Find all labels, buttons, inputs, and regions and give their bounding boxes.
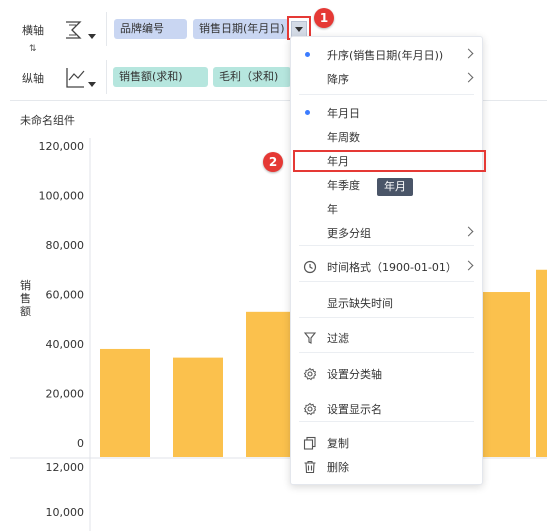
menu-item[interactable]: 显示缺失时间 xyxy=(291,291,482,315)
menu-divider xyxy=(299,421,474,422)
menu-item-label: 年周数 xyxy=(327,131,360,144)
y-tick-label: 10,000 xyxy=(46,506,85,519)
y-tick-label: 80,000 xyxy=(46,239,85,252)
chevron-right-icon xyxy=(463,260,474,271)
dimension-axis-icon[interactable] xyxy=(64,18,98,42)
menu-item-label: 过滤 xyxy=(327,332,349,345)
bar[interactable] xyxy=(100,348,150,457)
menu-item-label: 年月日 xyxy=(327,107,360,120)
bar[interactable] xyxy=(246,311,296,457)
y-tick-label: 40,000 xyxy=(46,338,85,351)
y-ticks-bottom: 12,000 10,000 xyxy=(46,461,85,519)
field-pill-brand[interactable]: 品牌编号 xyxy=(114,19,187,39)
menu-divider xyxy=(299,245,474,246)
menu-item[interactable]: 升序(销售日期(年月日)) xyxy=(291,43,482,67)
selected-dot-icon xyxy=(305,52,310,57)
clock-icon xyxy=(303,260,317,274)
menu-item[interactable]: 更多分组 xyxy=(291,221,482,245)
field-pill-sales[interactable]: 销售额(求和) xyxy=(113,67,208,87)
chevron-right-icon xyxy=(463,226,474,237)
menu-item[interactable]: 删除 xyxy=(291,455,482,479)
highlight-box-year-month xyxy=(293,150,486,172)
y-axis-title-char: 售 xyxy=(20,291,31,305)
menu-item-label: 显示缺失时间 xyxy=(327,297,393,310)
copy-icon xyxy=(303,436,316,450)
y-tick-label: 20,000 xyxy=(46,388,85,401)
chevron-right-icon xyxy=(463,72,474,83)
menu-divider xyxy=(299,281,474,282)
bar[interactable] xyxy=(480,292,530,457)
menu-item-label: 更多分组 xyxy=(327,227,371,240)
menu-item-label: 升序(销售日期(年月日)) xyxy=(327,49,444,62)
y-axis-label: 纵轴 xyxy=(22,72,44,85)
menu-item-label: 年季度 xyxy=(327,179,360,192)
callout-badge-1: 1 xyxy=(314,8,334,28)
y-ticks-top: 120,000 100,000 80,000 60,000 40,000 20,000 0 xyxy=(39,140,85,450)
bar[interactable] xyxy=(173,357,223,457)
component-title: 未命名组件 xyxy=(20,114,75,127)
swap-icon[interactable]: ⇅ xyxy=(29,44,41,56)
menu-item[interactable]: 年月日 xyxy=(291,101,482,125)
menu-item[interactable]: 降序 xyxy=(291,67,482,91)
menu-divider xyxy=(299,317,474,318)
menu-item-label: 时间格式（1900-01-01） xyxy=(327,261,457,274)
menu-item-label: 复制 xyxy=(327,437,349,450)
menu-item[interactable]: 过滤 xyxy=(291,326,482,350)
y-axis-title: 销售额 xyxy=(20,278,31,318)
menu-item[interactable]: 设置分类轴 xyxy=(291,362,482,386)
field-pill-sale-date[interactable]: 销售日期(年月日) xyxy=(193,19,289,39)
measure-axis-icon[interactable] xyxy=(64,66,98,90)
menu-divider xyxy=(299,94,474,95)
y-tick-label: 100,000 xyxy=(39,190,85,203)
chevron-right-icon xyxy=(463,48,474,59)
selected-dot-icon xyxy=(305,110,310,115)
field-pill-profit[interactable]: 毛利（求和) xyxy=(213,67,291,87)
menu-item[interactable]: 年周数 xyxy=(291,125,482,149)
bar[interactable] xyxy=(536,269,547,457)
callout-badge-2: 2 xyxy=(263,152,283,172)
y-axis-title-char: 额 xyxy=(20,305,31,318)
trash-icon xyxy=(304,460,316,474)
menu-item-label: 设置分类轴 xyxy=(327,368,382,381)
filter-icon xyxy=(303,332,317,344)
y-tick-label: 120,000 xyxy=(39,140,85,153)
y-tick-label: 0 xyxy=(77,437,84,450)
menu-item[interactable]: 年 xyxy=(291,197,482,221)
menu-item[interactable]: 时间格式（1900-01-01） xyxy=(291,255,482,279)
y-axis-title-char: 销 xyxy=(20,278,31,292)
y-tick-label: 12,000 xyxy=(46,461,85,474)
menu-item-label: 降序 xyxy=(327,73,349,86)
menu-divider xyxy=(299,352,474,353)
y-tick-label: 60,000 xyxy=(46,289,85,302)
menu-item[interactable]: 复制 xyxy=(291,431,482,455)
gear-icon xyxy=(303,402,317,416)
tooltip: 年月 xyxy=(377,178,413,196)
field-context-menu: 升序(销售日期(年月日)) 降序年月日年周数年月 年季度年更多分组时间格式（1900… xyxy=(290,36,483,485)
axis-divider xyxy=(106,12,107,46)
menu-item-label: 年 xyxy=(327,203,338,216)
menu-item-label: 设置显示名 xyxy=(327,403,382,416)
x-axis-label: 横轴 xyxy=(22,24,44,37)
menu-item-label: 删除 xyxy=(327,461,349,474)
menu-item[interactable]: 设置显示名 xyxy=(291,397,482,421)
gear-icon xyxy=(303,367,317,381)
axis-divider xyxy=(106,60,107,94)
